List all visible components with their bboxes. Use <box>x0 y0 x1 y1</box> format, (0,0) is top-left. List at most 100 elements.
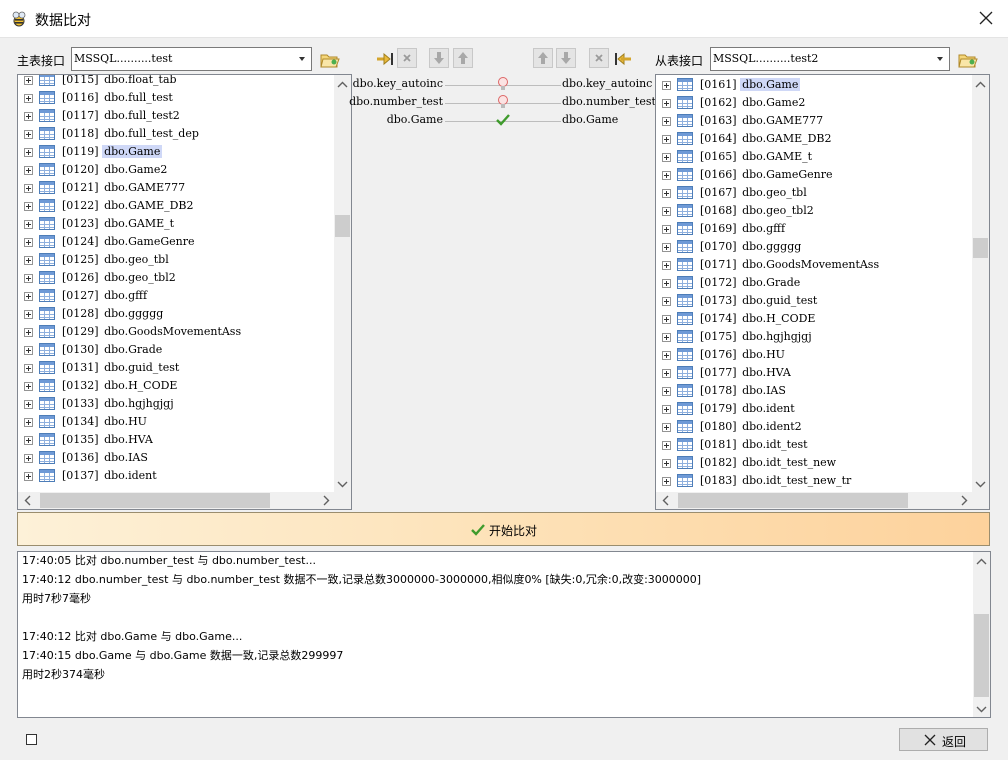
scroll-left-icon[interactable] <box>658 492 675 509</box>
close-icon[interactable] <box>978 10 994 26</box>
master-horizontal-scrollbar[interactable] <box>18 492 334 509</box>
expand-icon[interactable] <box>24 292 33 301</box>
tree-row[interactable]: [0181] dbo.idt_test <box>656 436 972 454</box>
tree-row[interactable]: [0180] dbo.ident2 <box>656 418 972 436</box>
tree-row[interactable]: [0179] dbo.ident <box>656 400 972 418</box>
slave-table-tree[interactable]: [0161] dbo.Game [0162] dbo.Game2 [0163] db… <box>655 74 990 510</box>
expand-icon[interactable] <box>662 207 671 216</box>
expand-icon[interactable] <box>662 225 671 234</box>
tree-row[interactable]: [0137] dbo.ident <box>18 467 334 485</box>
delete-mapping-button-right[interactable] <box>589 48 609 68</box>
tree-row[interactable]: [0129] dbo.GoodsMovementAss <box>18 323 334 341</box>
tree-row[interactable]: [0120] dbo.Game2 <box>18 161 334 179</box>
scroll-right-icon[interactable] <box>955 492 972 509</box>
map-left-icon[interactable] <box>613 49 633 69</box>
master-connection-select[interactable]: MSSQL..........test <box>71 47 312 71</box>
tree-row[interactable]: [0171] dbo.GoodsMovementAss <box>656 256 972 274</box>
expand-icon[interactable] <box>24 184 33 193</box>
expand-icon[interactable] <box>24 310 33 319</box>
expand-icon[interactable] <box>24 202 33 211</box>
expand-icon[interactable] <box>662 297 671 306</box>
scroll-thumb[interactable] <box>678 493 908 508</box>
tree-row[interactable]: [0169] dbo.gfff <box>656 220 972 238</box>
move-up-button-right[interactable] <box>533 48 553 68</box>
expand-icon[interactable] <box>662 135 671 144</box>
expand-icon[interactable] <box>24 112 33 121</box>
expand-icon[interactable] <box>662 99 671 108</box>
tree-row[interactable]: [0122] dbo.GAME_DB2 <box>18 197 334 215</box>
scroll-up-icon[interactable] <box>334 77 351 94</box>
expand-icon[interactable] <box>24 274 33 283</box>
tree-row[interactable]: [0126] dbo.geo_tbl2 <box>18 269 334 287</box>
log-output[interactable]: 17:40:05 比对 dbo.number_test 与 dbo.number… <box>17 551 991 718</box>
expand-icon[interactable] <box>662 117 671 126</box>
tree-row[interactable]: [0162] dbo.Game2 <box>656 94 972 112</box>
tree-row[interactable]: [0117] dbo.full_test2 <box>18 107 334 125</box>
expand-icon[interactable] <box>662 279 671 288</box>
option-checkbox[interactable] <box>26 734 37 745</box>
scroll-down-icon[interactable] <box>973 700 990 717</box>
tree-row[interactable]: [0182] dbo.idt_test_new <box>656 454 972 472</box>
expand-icon[interactable] <box>662 153 671 162</box>
expand-icon[interactable] <box>24 382 33 391</box>
expand-icon[interactable] <box>24 238 33 247</box>
tree-row[interactable]: [0170] dbo.ggggg <box>656 238 972 256</box>
tree-row[interactable]: [0116] dbo.full_test <box>18 89 334 107</box>
expand-icon[interactable] <box>24 472 33 481</box>
scroll-thumb[interactable] <box>335 215 350 237</box>
move-up-button-left[interactable] <box>453 48 473 68</box>
tree-row[interactable]: [0128] dbo.ggggg <box>18 305 334 323</box>
mapping-row[interactable]: dbo.key_autoinc dbo.key_autoinc <box>353 76 653 94</box>
move-down-button-right[interactable] <box>556 48 576 68</box>
expand-icon[interactable] <box>662 261 671 270</box>
tree-row[interactable]: [0175] dbo.hgjhgjgj <box>656 328 972 346</box>
expand-icon[interactable] <box>662 477 671 486</box>
tree-row[interactable]: [0168] dbo.geo_tbl2 <box>656 202 972 220</box>
tree-row[interactable]: [0174] dbo.H_CODE <box>656 310 972 328</box>
tree-row[interactable]: [0167] dbo.geo_tbl <box>656 184 972 202</box>
expand-icon[interactable] <box>24 418 33 427</box>
slave-horizontal-scrollbar[interactable] <box>656 492 972 509</box>
tree-row[interactable]: [0183] dbo.idt_test_new_tr <box>656 472 972 490</box>
tree-row[interactable]: [0172] dbo.Grade <box>656 274 972 292</box>
expand-icon[interactable] <box>662 459 671 468</box>
tree-row[interactable]: [0173] dbo.guid_test <box>656 292 972 310</box>
expand-icon[interactable] <box>24 328 33 337</box>
back-button[interactable]: 返回 <box>899 728 988 751</box>
mapping-row[interactable]: dbo.number_test dbo.number_test <box>349 94 656 112</box>
expand-icon[interactable] <box>24 346 33 355</box>
expand-icon[interactable] <box>662 387 671 396</box>
expand-icon[interactable] <box>662 405 671 414</box>
tree-row[interactable]: [0131] dbo.guid_test <box>18 359 334 377</box>
tree-row[interactable]: [0165] dbo.GAME_t <box>656 148 972 166</box>
expand-icon[interactable] <box>662 369 671 378</box>
scroll-up-icon[interactable] <box>972 77 989 94</box>
expand-icon[interactable] <box>24 220 33 229</box>
scroll-thumb[interactable] <box>40 493 270 508</box>
tree-row[interactable]: [0135] dbo.HVA <box>18 431 334 449</box>
scroll-right-icon[interactable] <box>317 492 334 509</box>
start-compare-button[interactable]: 开始比对 <box>17 512 990 546</box>
tree-row[interactable]: [0176] dbo.HU <box>656 346 972 364</box>
tree-row[interactable]: [0115] dbo.float_tab <box>18 75 334 89</box>
tree-row[interactable]: [0118] dbo.full_test_dep <box>18 125 334 143</box>
expand-icon[interactable] <box>24 256 33 265</box>
open-folder-icon[interactable] <box>320 51 340 69</box>
master-vertical-scrollbar[interactable] <box>334 75 351 492</box>
tree-row[interactable]: [0132] dbo.H_CODE <box>18 377 334 395</box>
scroll-left-icon[interactable] <box>20 492 37 509</box>
tree-row[interactable]: [0163] dbo.GAME777 <box>656 112 972 130</box>
expand-icon[interactable] <box>24 130 33 139</box>
expand-icon[interactable] <box>24 148 33 157</box>
open-folder-icon[interactable] <box>958 51 978 69</box>
tree-row[interactable]: [0164] dbo.GAME_DB2 <box>656 130 972 148</box>
tree-row[interactable]: [0166] dbo.GameGenre <box>656 166 972 184</box>
scroll-down-icon[interactable] <box>972 475 989 492</box>
expand-icon[interactable] <box>662 171 671 180</box>
tree-row[interactable]: [0177] dbo.HVA <box>656 364 972 382</box>
tree-row[interactable]: [0127] dbo.gfff <box>18 287 334 305</box>
tree-row[interactable]: [0161] dbo.Game <box>656 76 972 94</box>
expand-icon[interactable] <box>24 76 33 85</box>
expand-icon[interactable] <box>662 189 671 198</box>
slave-connection-select[interactable]: MSSQL..........test2 <box>710 47 950 71</box>
